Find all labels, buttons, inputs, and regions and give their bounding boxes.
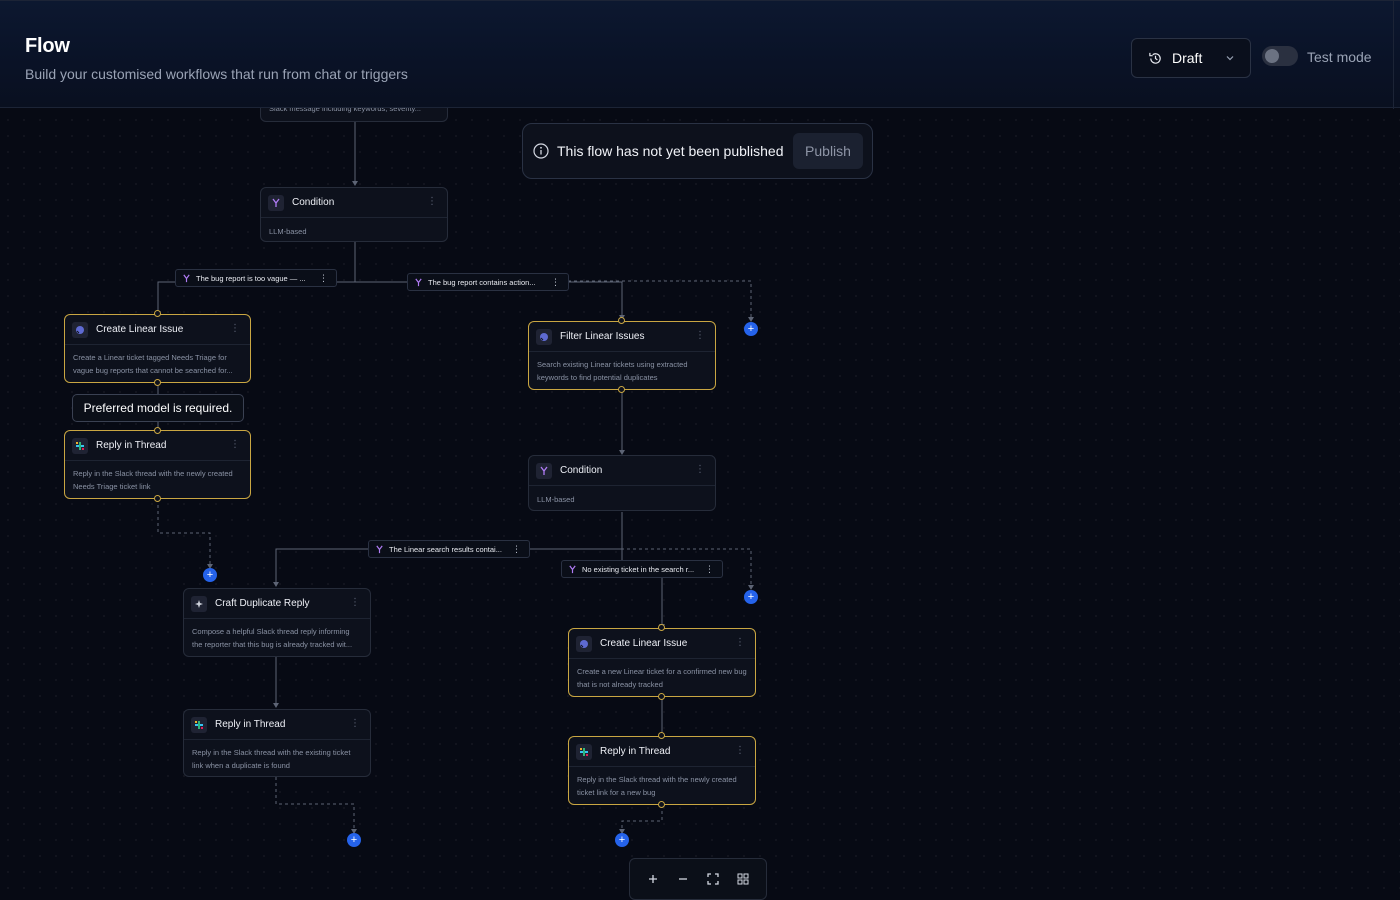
node-handle[interactable] <box>658 693 665 700</box>
add-step-button[interactable]: + <box>347 833 361 847</box>
zoom-in-icon[interactable] <box>641 867 665 891</box>
chevron-down-icon <box>1226 56 1234 61</box>
linear-icon <box>536 328 552 345</box>
branch-icon <box>183 274 190 282</box>
reply-in-thread-node[interactable]: Reply in Thread ⋮ Reply in the Slack thr… <box>183 709 371 777</box>
edge-label-text: The Linear search results contai... <box>389 544 502 554</box>
node-title: Reply in Thread <box>215 719 286 730</box>
linear-icon <box>72 321 88 338</box>
node-menu-icon[interactable]: ⋮ <box>230 324 240 334</box>
edge-label-not-found[interactable]: No existing ticket in the search r... ⋮ <box>561 560 723 578</box>
node-menu-icon[interactable]: ⋮ <box>735 638 745 648</box>
node-handle[interactable] <box>154 427 161 434</box>
test-mode-label: Test mode <box>1307 49 1372 65</box>
node-menu-icon[interactable]: ⋮ <box>695 465 705 475</box>
node-description: LLM-based <box>537 495 575 504</box>
edge-menu-icon[interactable]: ⋮ <box>705 564 714 575</box>
node-menu-icon[interactable]: ⋮ <box>427 197 437 207</box>
edge-label-text: The bug report is too vague — ... <box>196 273 306 283</box>
reply-in-thread-node[interactable]: Reply in Thread ⋮ Reply in the Slack thr… <box>568 736 756 805</box>
branch-icon <box>569 565 576 573</box>
condition-node[interactable]: Condition ⋮ LLM-based <box>528 455 716 511</box>
node-handle[interactable] <box>154 495 161 502</box>
node-title: Condition <box>560 465 603 476</box>
node-title: Reply in Thread <box>600 746 671 757</box>
node-description: Reply in the Slack thread with the newly… <box>577 775 737 797</box>
node-title: Create Linear Issue <box>96 324 184 335</box>
branch-icon <box>268 194 284 211</box>
page-title: Flow <box>25 35 70 57</box>
unpublished-notice: This flow has not yet been published Pub… <box>522 123 873 179</box>
edge-label-text: No existing ticket in the search r... <box>582 564 695 574</box>
node-menu-icon[interactable]: ⋮ <box>735 746 745 756</box>
node-handle[interactable] <box>618 317 625 324</box>
node-handle[interactable] <box>154 310 161 317</box>
edge-menu-icon[interactable]: ⋮ <box>319 273 328 284</box>
add-step-button[interactable]: + <box>203 568 217 582</box>
branch-icon <box>536 462 552 479</box>
node-menu-icon[interactable]: ⋮ <box>350 719 360 729</box>
node-menu-icon[interactable]: ⋮ <box>350 598 360 608</box>
add-step-button[interactable]: + <box>744 322 758 336</box>
slack-icon <box>72 437 88 454</box>
edge-label-text: The bug report contains action... <box>428 277 536 287</box>
layout-icon[interactable] <box>731 867 755 891</box>
validation-tooltip: Preferred model is required. <box>72 394 244 422</box>
page-subtitle: Build your customised workflows that run… <box>25 66 408 82</box>
node-title: Craft Duplicate Reply <box>215 598 310 609</box>
version-dropdown[interactable]: Draft <box>1131 38 1251 78</box>
info-icon <box>533 143 549 159</box>
notice-text: This flow has not yet been published <box>557 143 784 159</box>
node-title: Filter Linear Issues <box>560 331 645 342</box>
node-description: Compose a helpful Slack thread reply inf… <box>192 627 353 649</box>
toggle-knob <box>1265 49 1279 63</box>
node-description: Reply in the Slack thread with the exist… <box>192 748 351 770</box>
node-description: Create a Linear ticket tagged Needs Tria… <box>73 353 233 375</box>
filter-linear-issues-node[interactable]: Filter Linear Issues ⋮ Search existing L… <box>528 321 716 390</box>
edge-label-found[interactable]: The Linear search results contai... ⋮ <box>368 540 530 558</box>
version-label: Draft <box>1172 50 1203 66</box>
node-handle[interactable] <box>618 386 625 393</box>
publish-button[interactable]: Publish <box>793 133 863 169</box>
reply-in-thread-node[interactable]: Reply in Thread ⋮ Reply in the Slack thr… <box>64 430 251 499</box>
add-step-button[interactable]: + <box>615 833 629 847</box>
linear-icon <box>576 635 592 652</box>
edge-menu-icon[interactable]: ⋮ <box>551 277 560 288</box>
node-menu-icon[interactable]: ⋮ <box>695 331 705 341</box>
node-description: LLM-based <box>269 227 307 236</box>
edge-menu-icon[interactable]: ⋮ <box>512 544 521 555</box>
node-title: Create Linear Issue <box>600 638 688 649</box>
flow-canvas[interactable]: Slack message including keywords, severi… <box>0 0 1400 900</box>
node-handle[interactable] <box>658 801 665 808</box>
page-header: Flow Build your customised workflows tha… <box>0 0 1400 109</box>
branch-icon <box>376 545 383 553</box>
ai-sparkle-icon <box>191 595 207 612</box>
create-linear-issue-node[interactable]: Create Linear Issue ⋮ Create a Linear ti… <box>64 314 251 383</box>
node-description: Reply in the Slack thread with the newly… <box>73 469 233 491</box>
craft-duplicate-reply-node[interactable]: Craft Duplicate Reply ⋮ Compose a helpfu… <box>183 588 371 657</box>
node-description: Create a new Linear ticket for a confirm… <box>577 667 747 689</box>
fit-view-icon[interactable] <box>701 867 725 891</box>
node-handle[interactable] <box>658 624 665 631</box>
test-mode-toggle[interactable] <box>1262 46 1298 66</box>
edge-label-actionable[interactable]: The bug report contains action... ⋮ <box>407 273 569 291</box>
node-description: Search existing Linear tickets using ext… <box>537 360 688 382</box>
condition-node[interactable]: Condition ⋮ LLM-based <box>260 187 448 242</box>
node-title: Condition <box>292 197 335 208</box>
edge-label-vague[interactable]: The bug report is too vague — ... ⋮ <box>175 269 337 287</box>
history-icon <box>1149 52 1161 64</box>
slack-icon <box>191 716 207 733</box>
node-handle[interactable] <box>658 732 665 739</box>
slack-icon <box>576 743 592 760</box>
branch-icon <box>415 278 422 286</box>
node-handle[interactable] <box>154 379 161 386</box>
canvas-controls <box>629 858 767 900</box>
node-title: Reply in Thread <box>96 440 167 451</box>
add-step-button[interactable]: + <box>744 590 758 604</box>
zoom-out-icon[interactable] <box>671 867 695 891</box>
create-linear-issue-node[interactable]: Create Linear Issue ⋮ Create a new Linea… <box>568 628 756 697</box>
node-menu-icon[interactable]: ⋮ <box>230 440 240 450</box>
